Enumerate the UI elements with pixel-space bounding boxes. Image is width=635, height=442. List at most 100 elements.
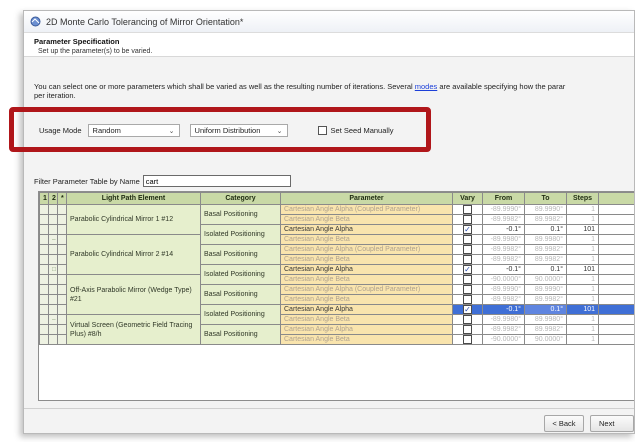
- category-cell[interactable]: Basal Positioning: [200, 244, 281, 265]
- from-cell[interactable]: -89.9990°: [482, 284, 525, 295]
- to-cell[interactable]: 89.9982°: [524, 324, 567, 335]
- from-cell[interactable]: -89.9980°: [482, 314, 525, 325]
- to-cell[interactable]: 89.9982°: [524, 214, 567, 225]
- from-cell[interactable]: -0.1°: [482, 264, 525, 275]
- vary-checkbox[interactable]: ✓: [463, 265, 472, 274]
- steps-cell[interactable]: 1: [566, 314, 599, 325]
- parameter-cell[interactable]: Cartesian Angle Beta: [280, 294, 453, 305]
- to-cell[interactable]: 89.9982°: [524, 254, 567, 265]
- parameter-cell[interactable]: Cartesian Angle Alpha: [280, 264, 453, 275]
- vary-checkbox[interactable]: [463, 285, 472, 294]
- category-cell[interactable]: Isolated Positioning: [200, 264, 281, 285]
- parameter-cell[interactable]: Cartesian Angle Beta: [280, 334, 453, 345]
- steps-cell[interactable]: 1: [566, 254, 599, 265]
- steps-cell[interactable]: 1: [566, 204, 599, 215]
- from-cell[interactable]: -89.9982°: [482, 294, 525, 305]
- vary-cell[interactable]: ✓: [452, 304, 483, 315]
- tree-toggle-icon[interactable]: –: [48, 234, 58, 245]
- from-cell[interactable]: -89.9990°: [482, 204, 525, 215]
- distribution-select[interactable]: Uniform Distribution ⌄: [189, 124, 288, 137]
- next-button[interactable]: Next: [590, 415, 634, 432]
- table-row[interactable]: Parabolic Cylindrical Mirror 1 #12 Basal …: [39, 204, 634, 235]
- vary-checkbox[interactable]: ✓: [463, 305, 472, 314]
- set-seed-checkbox[interactable]: [317, 126, 327, 135]
- parameter-cell[interactable]: Cartesian Angle Alpha: [280, 224, 453, 235]
- from-cell[interactable]: -89.9982°: [482, 214, 525, 225]
- light-path-element-cell[interactable]: Virtual Screen (Geometric Field Tracing …: [66, 314, 201, 345]
- vary-checkbox[interactable]: [463, 325, 472, 334]
- from-cell[interactable]: -89.9980°: [482, 234, 525, 245]
- parameter-cell[interactable]: Cartesian Angle Beta: [280, 214, 453, 225]
- category-cell[interactable]: Basal Positioning: [200, 324, 281, 345]
- steps-cell[interactable]: 1: [566, 284, 599, 295]
- vary-checkbox[interactable]: [463, 335, 472, 344]
- steps-cell[interactable]: 1: [566, 334, 599, 345]
- from-cell[interactable]: -0.1°: [482, 304, 525, 315]
- parameter-cell[interactable]: Cartesian Angle Alpha (Coupled Parameter…: [280, 244, 453, 255]
- vary-cell[interactable]: ✓: [452, 264, 483, 275]
- vary-cell[interactable]: [452, 254, 483, 265]
- to-cell[interactable]: 0.1°: [524, 224, 567, 235]
- from-cell[interactable]: -89.9982°: [482, 254, 525, 265]
- steps-cell[interactable]: 101: [566, 304, 599, 315]
- to-cell[interactable]: 89.9980°: [524, 234, 567, 245]
- vary-cell[interactable]: [452, 324, 483, 335]
- vary-checkbox[interactable]: [463, 315, 472, 324]
- parameter-cell[interactable]: Cartesian Angle Alpha: [280, 324, 453, 335]
- to-cell[interactable]: 0.1°: [524, 304, 567, 315]
- col-header-category[interactable]: Category: [200, 192, 281, 205]
- vary-checkbox[interactable]: [463, 295, 472, 304]
- vary-cell[interactable]: [452, 334, 483, 345]
- to-cell[interactable]: 90.0000°: [524, 274, 567, 285]
- vary-cell[interactable]: [452, 214, 483, 225]
- tree-toggle-icon[interactable]: □: [48, 264, 58, 275]
- vary-checkbox[interactable]: [463, 255, 472, 264]
- col-header-steps[interactable]: Steps: [566, 192, 599, 205]
- col-header-to[interactable]: To: [524, 192, 567, 205]
- vary-cell[interactable]: [452, 314, 483, 325]
- from-cell[interactable]: -90.0000°: [482, 334, 525, 345]
- vary-checkbox[interactable]: ✓: [463, 225, 472, 234]
- vary-checkbox[interactable]: [463, 205, 472, 214]
- vary-checkbox[interactable]: [463, 235, 472, 244]
- vary-cell[interactable]: [452, 284, 483, 295]
- parameter-cell[interactable]: Cartesian Angle Alpha (Coupled Parameter…: [280, 204, 453, 215]
- category-cell[interactable]: Isolated Positioning: [200, 304, 281, 325]
- from-cell[interactable]: -0.1°: [482, 224, 525, 235]
- steps-cell[interactable]: 101: [566, 264, 599, 275]
- steps-cell[interactable]: 1: [566, 274, 599, 285]
- light-path-element-cell[interactable]: Off-Axis Parabolic Mirror (Wedge Type) #…: [66, 274, 201, 315]
- to-cell[interactable]: 90.0000°: [524, 334, 567, 345]
- steps-cell[interactable]: 1: [566, 244, 599, 255]
- col-header-element[interactable]: Light Path Element: [66, 192, 201, 205]
- vary-cell[interactable]: [452, 234, 483, 245]
- parameter-cell[interactable]: Cartesian Angle Beta: [280, 254, 453, 265]
- tree-toggle-icon[interactable]: –: [48, 314, 58, 325]
- category-cell[interactable]: Isolated Positioning: [200, 224, 281, 245]
- steps-cell[interactable]: 1: [566, 214, 599, 225]
- table-row[interactable]: – Parabolic Cylindrical Mirror 2 #14 Carte…: [39, 234, 634, 275]
- col-header-level2[interactable]: 2: [48, 192, 58, 205]
- modes-link[interactable]: modes: [415, 82, 438, 91]
- category-cell[interactable]: Basal Positioning: [200, 284, 281, 305]
- from-cell[interactable]: -89.9982°: [482, 244, 525, 255]
- to-cell[interactable]: 89.9980°: [524, 314, 567, 325]
- parameter-cell[interactable]: Cartesian Angle Beta: [280, 234, 453, 245]
- parameter-cell[interactable]: Cartesian Angle Alpha (Coupled Parameter…: [280, 284, 453, 295]
- vary-cell[interactable]: [452, 204, 483, 215]
- vary-cell[interactable]: [452, 244, 483, 255]
- to-cell[interactable]: 0.1°: [524, 264, 567, 275]
- vary-checkbox[interactable]: [463, 215, 472, 224]
- light-path-element-cell[interactable]: Parabolic Cylindrical Mirror 2 #14: [66, 234, 201, 275]
- parameter-cell[interactable]: Cartesian Angle Beta: [280, 314, 453, 325]
- steps-cell[interactable]: 1: [566, 324, 599, 335]
- vary-checkbox[interactable]: [463, 245, 472, 254]
- col-header-level1[interactable]: 1: [39, 192, 49, 205]
- usage-mode-select[interactable]: Random ⌄: [87, 124, 180, 137]
- steps-cell[interactable]: 1: [566, 234, 599, 245]
- table-row[interactable]: Off-Axis Parabolic Mirror (Wedge Type) #…: [39, 274, 634, 315]
- steps-cell[interactable]: 101: [566, 224, 599, 235]
- vary-cell[interactable]: [452, 294, 483, 305]
- col-header-from[interactable]: From: [482, 192, 525, 205]
- steps-cell[interactable]: 1: [566, 294, 599, 305]
